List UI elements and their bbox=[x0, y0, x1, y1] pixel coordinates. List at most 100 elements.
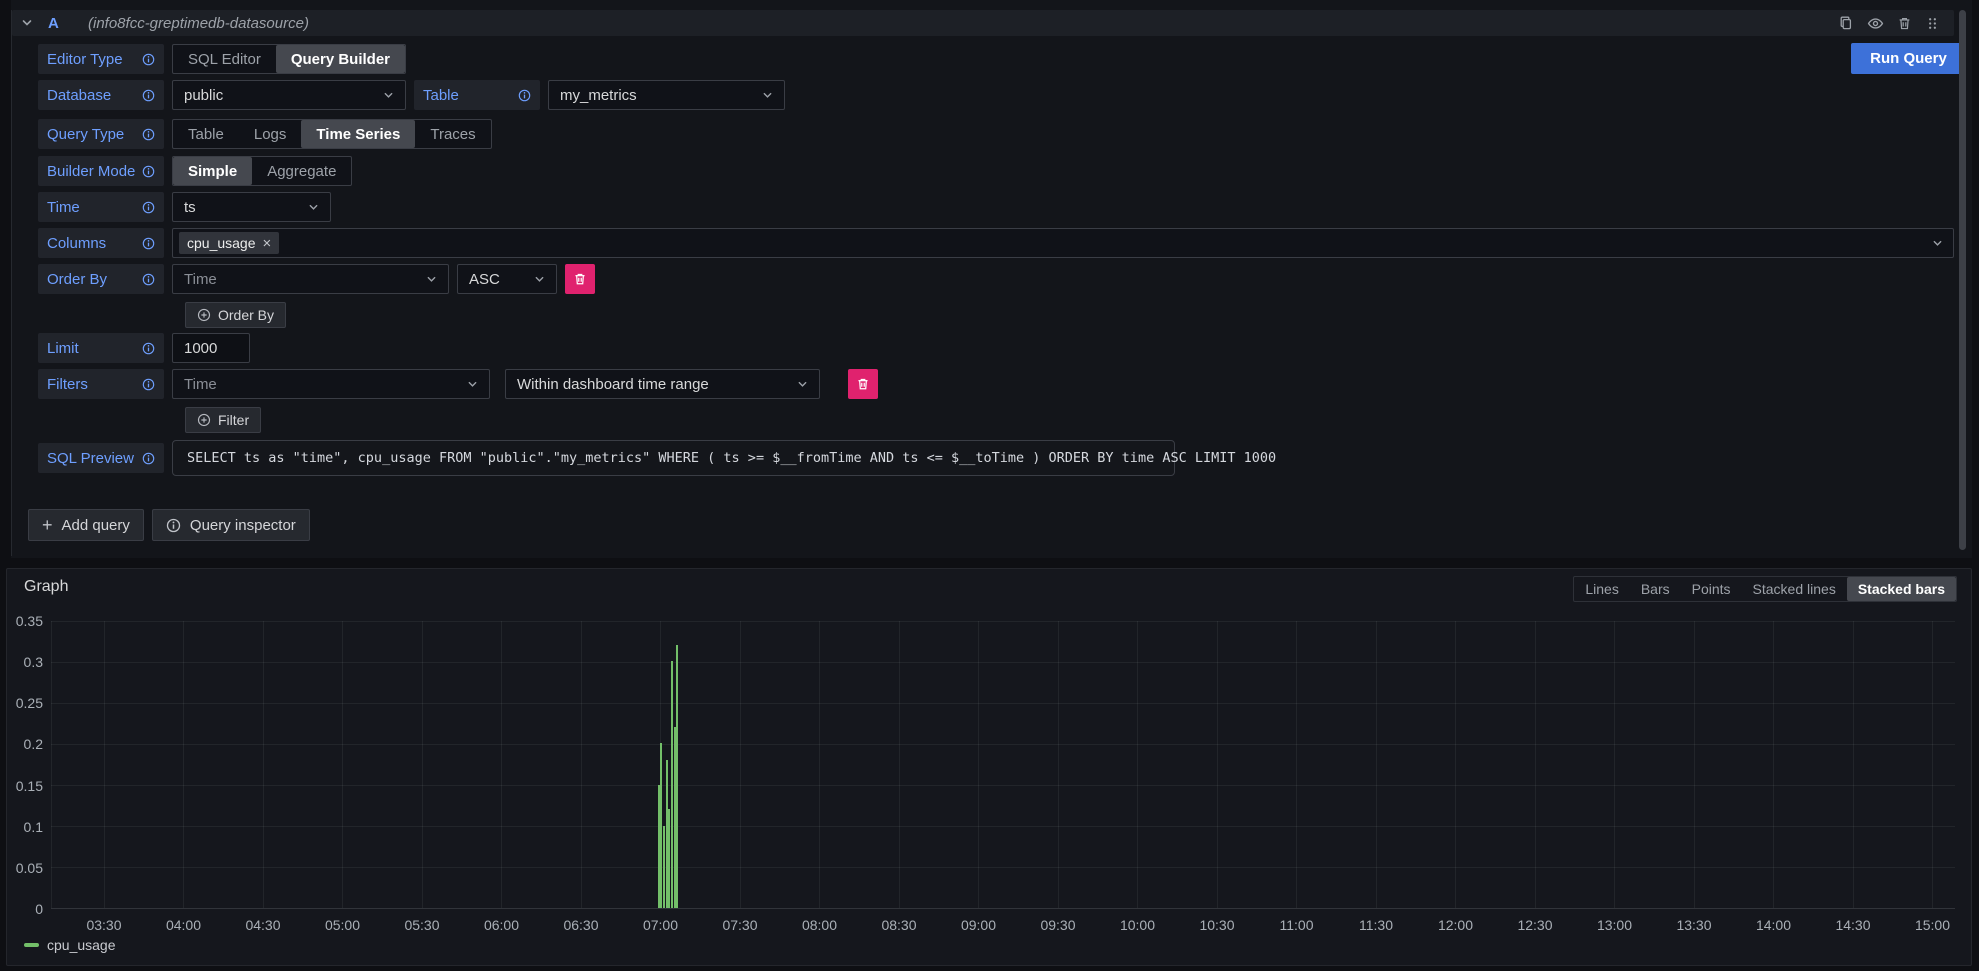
v-gridline bbox=[1296, 621, 1297, 908]
page: A (info8fcc-greptimedb-datasource) Run Q… bbox=[0, 0, 1979, 971]
run-query-button[interactable]: Run Query bbox=[1851, 43, 1966, 74]
query-row-header[interactable]: A (info8fcc-greptimedb-datasource) bbox=[12, 10, 1954, 36]
query-type-switch: TableLogsTime SeriesTraces bbox=[172, 119, 492, 149]
x-axis-tick-label: 05:30 bbox=[390, 917, 454, 933]
x-axis-tick-label: 09:00 bbox=[947, 917, 1011, 933]
filter-condition-select[interactable]: Within dashboard time range bbox=[505, 369, 820, 399]
option-bars[interactable]: Bars bbox=[1630, 577, 1681, 601]
option-points[interactable]: Points bbox=[1681, 577, 1742, 601]
chevron-down-icon bbox=[467, 379, 478, 390]
v-gridline bbox=[1932, 621, 1933, 908]
option-logs[interactable]: Logs bbox=[239, 120, 302, 148]
option-sql-editor[interactable]: SQL Editor bbox=[173, 45, 276, 73]
drag-handle-icon[interactable] bbox=[1925, 16, 1940, 31]
info-icon[interactable] bbox=[142, 128, 155, 141]
plus-circle-icon bbox=[197, 413, 211, 427]
collapse-chevron-icon[interactable] bbox=[12, 17, 42, 29]
x-axis-tick-label: 05:00 bbox=[311, 917, 375, 933]
vertical-scrollbar[interactable] bbox=[1959, 10, 1966, 550]
remove-column-icon[interactable]: × bbox=[263, 236, 272, 251]
option-traces[interactable]: Traces bbox=[415, 120, 490, 148]
table-select[interactable]: my_metrics bbox=[548, 80, 785, 110]
filter-field-select[interactable]: Time bbox=[172, 369, 490, 399]
v-gridline bbox=[1137, 621, 1138, 908]
legend-series-marker bbox=[24, 943, 39, 947]
column-chip[interactable]: cpu_usage× bbox=[179, 232, 279, 254]
chevron-down-icon bbox=[383, 90, 394, 101]
info-icon[interactable] bbox=[142, 342, 155, 355]
info-icon[interactable] bbox=[142, 378, 155, 391]
v-gridline bbox=[1058, 621, 1059, 908]
time-label: Time bbox=[38, 192, 164, 222]
query-inspector-button[interactable]: Query inspector bbox=[152, 509, 310, 541]
info-icon[interactable] bbox=[142, 273, 155, 286]
y-axis-tick-label: 0.35 bbox=[5, 613, 43, 629]
remove-filter-button[interactable] bbox=[848, 369, 878, 399]
builder-mode-switch: SimpleAggregate bbox=[172, 156, 352, 186]
limit-label: Limit bbox=[38, 333, 164, 363]
x-axis-tick-label: 06:00 bbox=[470, 917, 534, 933]
info-icon[interactable] bbox=[142, 165, 155, 178]
info-icon[interactable] bbox=[142, 89, 155, 102]
option-query-builder[interactable]: Query Builder bbox=[276, 45, 405, 73]
table-label: Table bbox=[414, 80, 540, 110]
option-lines[interactable]: Lines bbox=[1574, 577, 1629, 601]
info-icon[interactable] bbox=[142, 452, 155, 465]
query-ref-id: A bbox=[48, 15, 88, 32]
chevron-down-icon bbox=[308, 202, 319, 213]
x-axis-tick-label: 13:30 bbox=[1662, 917, 1726, 933]
x-axis-tick-label: 03:30 bbox=[72, 917, 136, 933]
x-axis-tick-label: 10:00 bbox=[1106, 917, 1170, 933]
option-simple[interactable]: Simple bbox=[173, 157, 252, 185]
query-type-label: Query Type bbox=[38, 119, 164, 149]
legend-series-label[interactable]: cpu_usage bbox=[47, 937, 116, 953]
info-icon[interactable] bbox=[142, 201, 155, 214]
add-order-by-button[interactable]: Order By bbox=[185, 302, 286, 328]
info-icon[interactable] bbox=[518, 89, 531, 102]
v-gridline bbox=[581, 621, 582, 908]
h-gridline bbox=[51, 703, 1955, 704]
y-axis-tick-label: 0.3 bbox=[5, 654, 43, 670]
toggle-visibility-eye-icon[interactable] bbox=[1867, 15, 1884, 32]
limit-input[interactable]: 1000 bbox=[172, 333, 250, 363]
database-select[interactable]: public bbox=[172, 80, 406, 110]
x-axis-tick-label: 04:00 bbox=[152, 917, 216, 933]
option-stacked-bars[interactable]: Stacked bars bbox=[1847, 577, 1956, 601]
info-icon[interactable] bbox=[142, 53, 155, 66]
add-query-button[interactable]: + Add query bbox=[28, 509, 144, 541]
option-stacked-lines[interactable]: Stacked lines bbox=[1742, 577, 1847, 601]
columns-multiselect[interactable]: cpu_usage× bbox=[172, 228, 1954, 258]
v-gridline bbox=[51, 621, 52, 908]
x-axis-tick-label: 11:00 bbox=[1265, 917, 1329, 933]
query-footer: + Add query Query inspector bbox=[28, 509, 310, 541]
option-table[interactable]: Table bbox=[173, 120, 239, 148]
x-axis-tick-label: 12:30 bbox=[1503, 917, 1567, 933]
option-aggregate[interactable]: Aggregate bbox=[252, 157, 351, 185]
x-axis-tick-label: 07:00 bbox=[629, 917, 693, 933]
v-gridline bbox=[501, 621, 502, 908]
info-icon[interactable] bbox=[142, 237, 155, 250]
v-gridline bbox=[183, 621, 184, 908]
order-by-label: Order By bbox=[38, 264, 164, 294]
v-gridline bbox=[1217, 621, 1218, 908]
h-gridline bbox=[51, 744, 1955, 745]
y-axis-tick-label: 0 bbox=[5, 901, 43, 917]
x-axis-tick-label: 14:30 bbox=[1821, 917, 1885, 933]
x-axis-tick-label: 09:30 bbox=[1026, 917, 1090, 933]
order-by-direction-select[interactable]: ASC bbox=[457, 264, 557, 294]
chevron-down-icon bbox=[1932, 238, 1943, 249]
add-filter-button[interactable]: Filter bbox=[185, 407, 261, 433]
time-column-select[interactable]: ts bbox=[172, 192, 331, 222]
v-gridline bbox=[978, 621, 979, 908]
option-time-series[interactable]: Time Series bbox=[301, 120, 415, 148]
duplicate-query-icon[interactable] bbox=[1838, 15, 1854, 31]
database-label: Database bbox=[38, 80, 164, 110]
remove-order-by-button[interactable] bbox=[565, 264, 595, 294]
v-gridline bbox=[1773, 621, 1774, 908]
plus-icon: + bbox=[42, 516, 53, 534]
order-by-field-select[interactable]: Time bbox=[172, 264, 449, 294]
chart-plot-area: 00.050.10.150.20.250.30.3503:3004:0004:3… bbox=[51, 621, 1955, 909]
delete-query-icon[interactable] bbox=[1897, 16, 1912, 31]
x-axis-tick-label: 10:30 bbox=[1185, 917, 1249, 933]
x-axis-tick-label: 15:00 bbox=[1901, 917, 1965, 933]
